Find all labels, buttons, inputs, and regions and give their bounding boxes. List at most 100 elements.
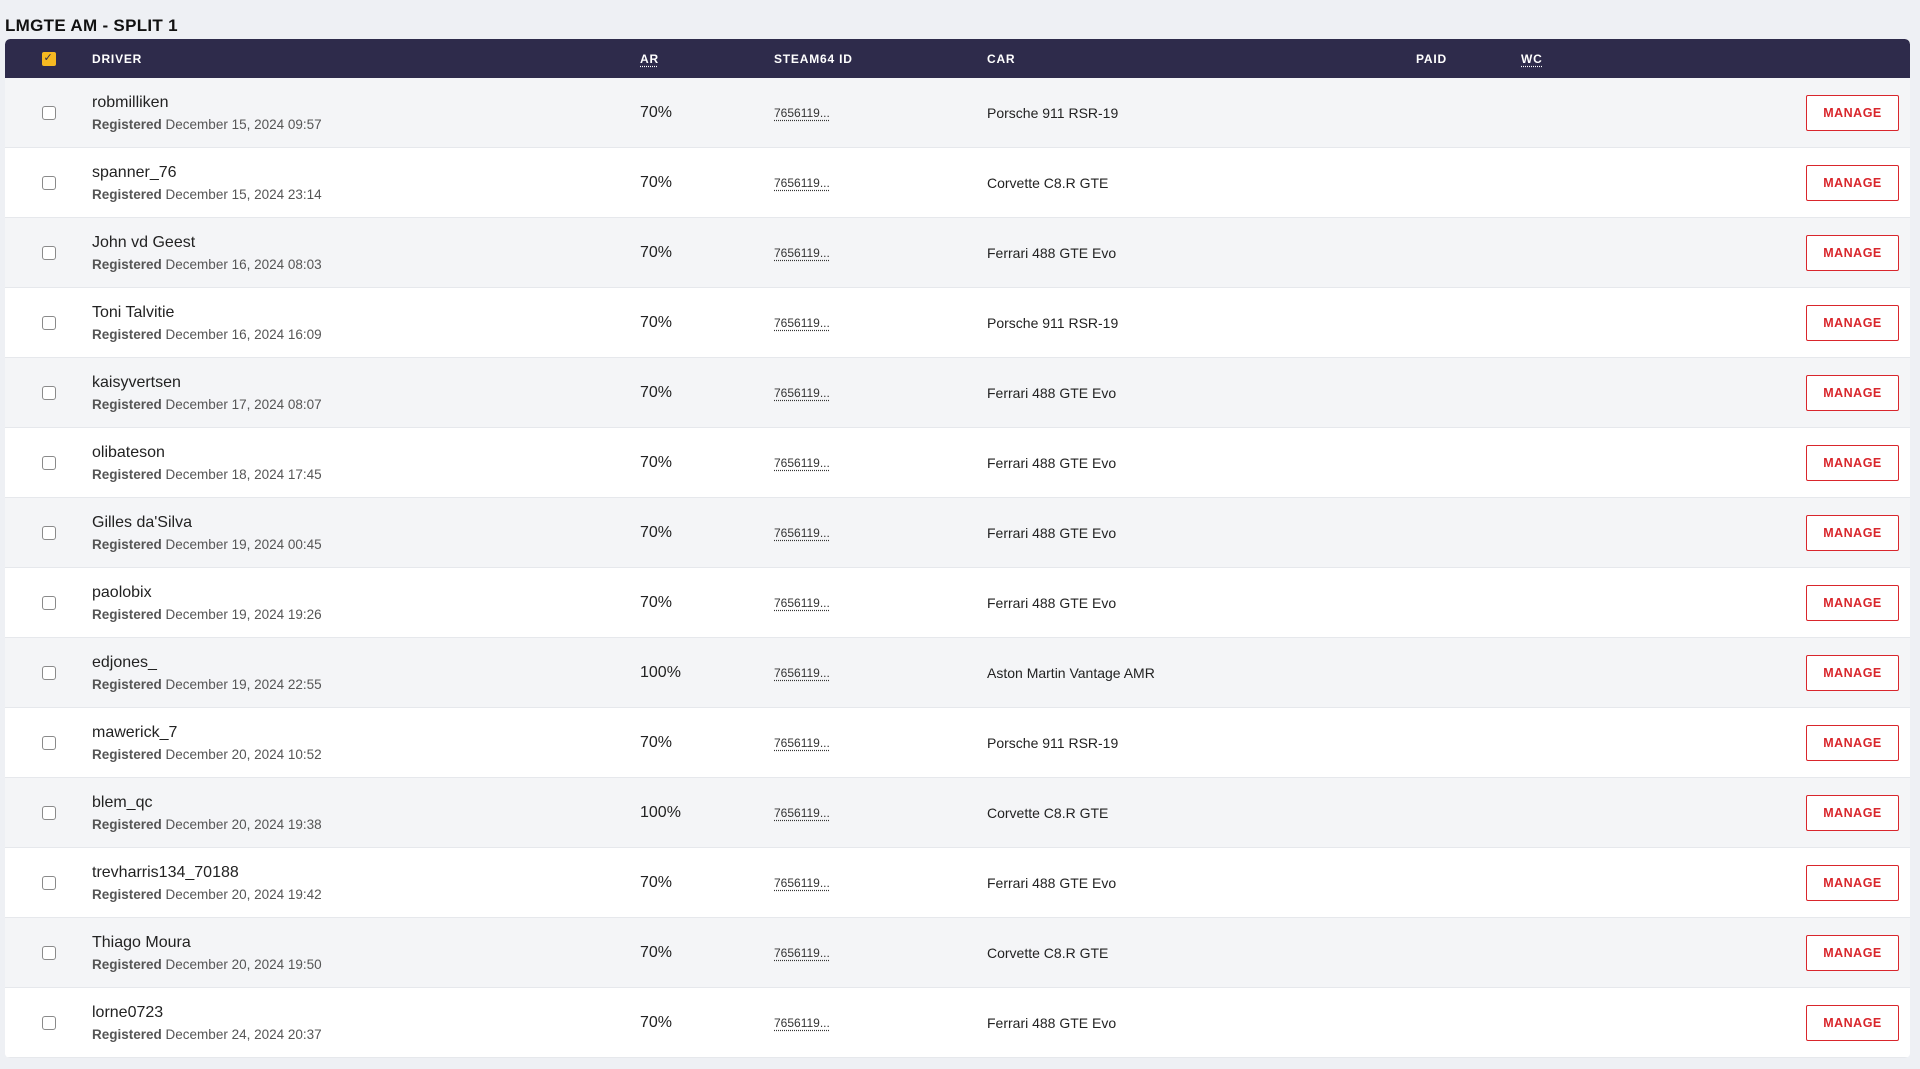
registration-info: Registered December 18, 2024 17:45 <box>92 467 640 482</box>
manage-button[interactable]: MANAGE <box>1806 794 1899 831</box>
manage-button[interactable]: MANAGE <box>1806 1004 1899 1041</box>
driver-cell: Gilles da'Silva Registered December 19, … <box>92 514 640 552</box>
row-checkbox[interactable] <box>41 945 56 960</box>
driver-name: lorne0723 <box>92 1003 164 1021</box>
header-paid[interactable]: PAID <box>1416 52 1521 66</box>
table-row: robmilliken Registered December 15, 2024… <box>5 78 1910 148</box>
registration-info: Registered December 19, 2024 00:45 <box>92 537 640 552</box>
car-name: Ferrari 488 GTE Evo <box>987 454 1117 471</box>
row-checkbox[interactable] <box>41 315 56 330</box>
car-name: Porsche 911 RSR-19 <box>987 734 1119 751</box>
driver-cell: edjones_ Registered December 19, 2024 22… <box>92 654 640 692</box>
registration-info: Registered December 15, 2024 23:14 <box>92 187 640 202</box>
steam-id[interactable]: 7656119... <box>774 1016 830 1030</box>
steam-id[interactable]: 7656119... <box>774 596 830 610</box>
row-checkbox[interactable] <box>41 1015 56 1030</box>
header-ar[interactable]: AR <box>640 52 774 66</box>
manage-button[interactable]: MANAGE <box>1806 234 1899 271</box>
row-checkbox[interactable] <box>41 455 56 470</box>
action-cell: MANAGE <box>1621 794 1910 831</box>
row-checkbox[interactable] <box>41 735 56 750</box>
car-name: Aston Martin Vantage AMR <box>987 664 1155 681</box>
steam-id[interactable]: 7656119... <box>774 736 830 750</box>
ar-value: 70% <box>640 173 673 191</box>
steam-id[interactable]: 7656119... <box>774 876 830 890</box>
manage-button[interactable]: MANAGE <box>1806 444 1899 481</box>
table-row: Thiago Moura Registered December 20, 202… <box>5 918 1910 988</box>
steam-id[interactable]: 7656119... <box>774 316 830 330</box>
driver-cell: robmilliken Registered December 15, 2024… <box>92 94 640 132</box>
header-ar-label: AR <box>640 51 659 66</box>
row-select-cell <box>5 105 92 120</box>
ar-value: 70% <box>640 243 673 261</box>
table-row: Toni Talvitie Registered December 16, 20… <box>5 288 1910 358</box>
registered-label: Registered <box>92 396 162 412</box>
driver-cell: Toni Talvitie Registered December 16, 20… <box>92 304 640 342</box>
driver-cell: paolobix Registered December 19, 2024 19… <box>92 584 640 622</box>
ar-value: 70% <box>640 383 673 401</box>
manage-button[interactable]: MANAGE <box>1806 864 1899 901</box>
row-select-cell <box>5 525 92 540</box>
row-checkbox[interactable] <box>41 385 56 400</box>
manage-button[interactable]: MANAGE <box>1806 374 1899 411</box>
manage-button[interactable]: MANAGE <box>1806 724 1899 761</box>
steam-id[interactable]: 7656119... <box>774 176 830 190</box>
table-row: John vd Geest Registered December 16, 20… <box>5 218 1910 288</box>
ar-value: 100% <box>640 803 681 821</box>
row-checkbox[interactable] <box>41 875 56 890</box>
steam-id[interactable]: 7656119... <box>774 946 830 960</box>
header-car[interactable]: CAR <box>987 52 1416 66</box>
manage-button[interactable]: MANAGE <box>1806 304 1899 341</box>
row-select-cell <box>5 665 92 680</box>
driver-name: mawerick_7 <box>92 723 178 741</box>
table-row: spanner_76 Registered December 15, 2024 … <box>5 148 1910 218</box>
registered-label: Registered <box>92 326 162 342</box>
steam-id-cell: 7656119... <box>774 594 987 612</box>
row-checkbox[interactable] <box>41 175 56 190</box>
table-row: mawerick_7 Registered December 20, 2024 … <box>5 708 1910 778</box>
row-checkbox[interactable] <box>41 805 56 820</box>
row-checkbox[interactable] <box>41 245 56 260</box>
steam-id[interactable]: 7656119... <box>774 806 830 820</box>
driver-name: kaisyvertsen <box>92 373 181 391</box>
steam-id[interactable]: 7656119... <box>774 386 830 400</box>
manage-button[interactable]: MANAGE <box>1806 514 1899 551</box>
manage-button[interactable]: MANAGE <box>1806 584 1899 621</box>
row-select-cell <box>5 805 92 820</box>
manage-button[interactable]: MANAGE <box>1806 934 1899 971</box>
table-row: kaisyvertsen Registered December 17, 202… <box>5 358 1910 428</box>
row-checkbox[interactable] <box>41 525 56 540</box>
car-name: Ferrari 488 GTE Evo <box>987 384 1117 401</box>
action-cell: MANAGE <box>1621 514 1910 551</box>
manage-button[interactable]: MANAGE <box>1806 654 1899 691</box>
header-steam-id[interactable]: STEAM64 ID <box>774 52 987 66</box>
ar-value: 70% <box>640 943 673 961</box>
table-row: olibateson Registered December 18, 2024 … <box>5 428 1910 498</box>
row-checkbox[interactable] <box>41 105 56 120</box>
registration-date: December 20, 2024 19:50 <box>165 956 322 972</box>
steam-id[interactable]: 7656119... <box>774 106 830 120</box>
driver-name: John vd Geest <box>92 233 196 251</box>
steam-id[interactable]: 7656119... <box>774 526 830 540</box>
action-cell: MANAGE <box>1621 164 1910 201</box>
header-wc[interactable]: WC <box>1521 52 1621 66</box>
manage-button[interactable]: MANAGE <box>1806 164 1899 201</box>
action-cell: MANAGE <box>1621 1004 1910 1041</box>
select-all-checkbox[interactable]: ✓ <box>41 51 56 66</box>
steam-id[interactable]: 7656119... <box>774 456 830 470</box>
row-checkbox[interactable] <box>41 595 56 610</box>
driver-cell: mawerick_7 Registered December 20, 2024 … <box>92 724 640 762</box>
registered-label: Registered <box>92 116 162 132</box>
header-driver[interactable]: DRIVER <box>92 52 640 66</box>
steam-id[interactable]: 7656119... <box>774 666 830 680</box>
car-name: Ferrari 488 GTE Evo <box>987 594 1117 611</box>
driver-name: olibateson <box>92 443 165 461</box>
row-select-cell <box>5 175 92 190</box>
row-checkbox[interactable] <box>41 665 56 680</box>
row-select-cell <box>5 735 92 750</box>
steam-id[interactable]: 7656119... <box>774 246 830 260</box>
manage-button[interactable]: MANAGE <box>1806 94 1899 131</box>
select-all-cell[interactable]: ✓ <box>5 51 92 66</box>
action-cell: MANAGE <box>1621 654 1910 691</box>
ar-value: 70% <box>640 453 673 471</box>
